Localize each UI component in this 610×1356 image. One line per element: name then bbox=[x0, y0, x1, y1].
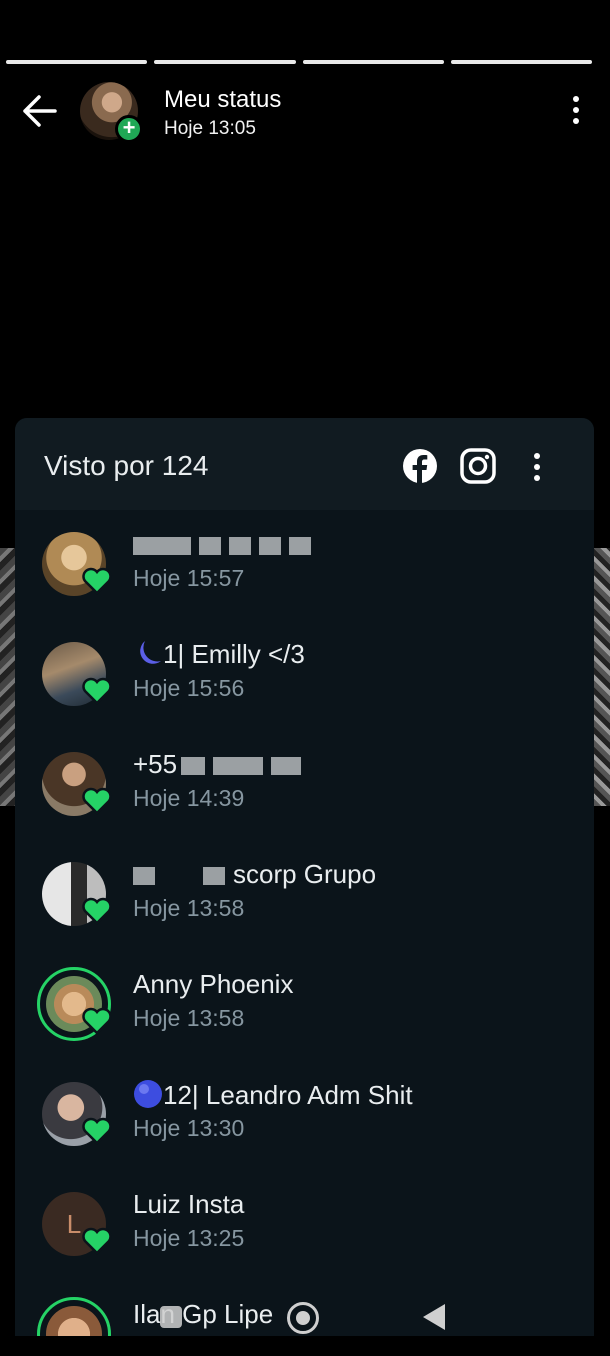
viewer-name: +55 bbox=[133, 749, 309, 780]
facebook-icon[interactable] bbox=[402, 448, 438, 484]
recent-apps-icon[interactable] bbox=[160, 1306, 182, 1328]
viewer-time: Hoje 14:39 bbox=[133, 785, 245, 811]
viewer-row[interactable]: Hoje 15:57 bbox=[15, 510, 594, 620]
viewer-time: Hoje 15:57 bbox=[133, 565, 245, 591]
progress-segment bbox=[154, 60, 296, 64]
instagram-icon[interactable] bbox=[460, 448, 496, 484]
heart-reaction-icon bbox=[82, 1007, 112, 1035]
status-photo-edge bbox=[0, 548, 16, 806]
viewer-name: Luiz Insta bbox=[133, 1189, 245, 1219]
viewer-time: Hoje 15:56 bbox=[133, 675, 245, 701]
redacted-block bbox=[133, 867, 155, 886]
more-options-icon[interactable] bbox=[570, 96, 582, 128]
redacted-block bbox=[289, 537, 311, 556]
viewer-name: scorp Grupo bbox=[133, 859, 376, 890]
heart-reaction-icon bbox=[82, 567, 112, 595]
heart-reaction-icon bbox=[82, 1227, 112, 1255]
redacted-block bbox=[271, 757, 302, 776]
viewer-row[interactable]: +55 Hoje 14:39 bbox=[15, 730, 594, 840]
viewer-row[interactable]: scorp Grupo Hoje 13:58 bbox=[15, 840, 594, 950]
viewer-name bbox=[133, 529, 319, 560]
viewer-row[interactable]: Anny Phoenix Hoje 13:58 bbox=[15, 950, 594, 1060]
viewer-name: 1| Emilly </3 bbox=[133, 639, 305, 670]
redacted-block bbox=[203, 867, 225, 886]
redacted-block bbox=[213, 757, 264, 776]
viewer-time: Hoje 13:58 bbox=[133, 895, 245, 921]
back-arrow-icon[interactable] bbox=[22, 94, 58, 128]
viewers-sheet: Visto por 124 Hoje 15:57 1| Emilly </3 H… bbox=[15, 418, 594, 1336]
system-navigation-bar bbox=[0, 1296, 610, 1356]
status-photo-edge bbox=[594, 548, 610, 806]
home-icon[interactable] bbox=[287, 1302, 319, 1334]
heart-reaction-icon bbox=[82, 1117, 112, 1145]
add-status-icon[interactable]: + bbox=[115, 115, 143, 143]
redacted-block bbox=[199, 537, 221, 556]
viewer-time: Hoje 13:30 bbox=[133, 1115, 245, 1141]
viewer-row[interactable]: L Luiz Insta Hoje 13:25 bbox=[15, 1170, 594, 1280]
status-time: Hoje 13:05 bbox=[164, 118, 256, 139]
viewer-time: Hoje 13:58 bbox=[133, 1005, 245, 1031]
redacted-block bbox=[229, 537, 251, 556]
viewer-time: Hoje 13:25 bbox=[133, 1225, 245, 1251]
viewer-name: 12| Leandro Adm Shit bbox=[133, 1079, 413, 1111]
viewers-sheet-header: Visto por 124 bbox=[15, 418, 594, 510]
back-triangle-icon[interactable] bbox=[423, 1304, 445, 1330]
progress-segment bbox=[302, 60, 444, 64]
redacted-block bbox=[133, 537, 191, 556]
heart-reaction-icon bbox=[82, 787, 112, 815]
moon-emoji-icon bbox=[140, 641, 161, 664]
viewer-name: Anny Phoenix bbox=[133, 969, 294, 999]
redacted-block bbox=[181, 757, 206, 776]
blue-circle-emoji-icon bbox=[134, 1080, 162, 1108]
viewed-by-count: Visto por 124 bbox=[44, 450, 209, 481]
status-title: Meu status bbox=[164, 86, 282, 113]
redacted-block bbox=[259, 537, 281, 556]
status-header: + Meu status Hoje 13:05 bbox=[0, 80, 610, 144]
progress-segment bbox=[6, 60, 148, 64]
viewer-row[interactable]: 12| Leandro Adm Shit Hoje 13:30 bbox=[15, 1060, 594, 1170]
heart-reaction-icon bbox=[82, 897, 112, 925]
progress-segment bbox=[450, 60, 592, 64]
status-progress-bar bbox=[6, 60, 592, 64]
sheet-more-options-icon[interactable] bbox=[531, 453, 543, 485]
heart-reaction-icon bbox=[82, 677, 112, 705]
viewer-row[interactable]: 1| Emilly </3 Hoje 15:56 bbox=[15, 620, 594, 730]
